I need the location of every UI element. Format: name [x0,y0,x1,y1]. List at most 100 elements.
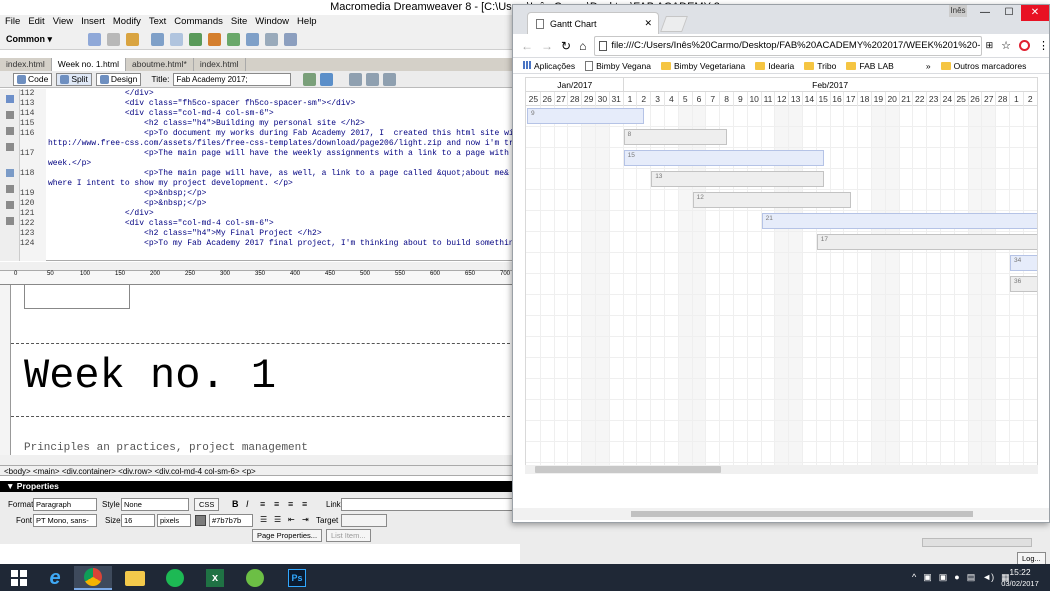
tray-app-icon[interactable]: ▣ [923,572,932,583]
template-icon[interactable] [265,32,279,46]
gantt-task-bar[interactable]: 15 [623,150,824,166]
refresh-icon[interactable] [349,72,363,86]
gantt-task-bar[interactable]: 34 [1010,255,1037,271]
color-input[interactable]: #7b7b7b [209,514,253,527]
color-swatch[interactable] [195,515,206,526]
forward-icon[interactable]: → [541,39,553,53]
select-parent-tag-icon[interactable] [6,143,14,151]
apply-comment-icon[interactable] [6,169,14,177]
taskbar-dreamweaver[interactable] [236,566,274,590]
bookmark-fab-lab[interactable]: FAB LAB [846,61,894,71]
bold-icon[interactable]: B [232,499,239,509]
comment-icon[interactable] [246,32,260,46]
menu-commands[interactable]: Commands [174,15,223,29]
bookmark-tribo[interactable]: Tribo [804,61,836,71]
code-view[interactable]: 112 113 114 115 116 117 118 119 120 121 … [0,89,520,261]
chrome-tab-gantt[interactable]: Gantt Chart ✕ [527,12,659,34]
expand-all-icon[interactable] [6,127,14,135]
menu-file[interactable]: File [5,15,20,29]
design-view-button[interactable]: Design [95,72,142,86]
menu-edit[interactable]: Edit [28,15,44,29]
list-item-button[interactable]: List Item... [326,529,371,542]
taskbar-photoshop[interactable]: Ps [278,566,316,590]
link-input[interactable] [341,498,520,511]
menu-modify[interactable]: Modify [113,15,141,29]
design-heading[interactable]: Week no. 1 [24,355,276,397]
minimize-icon[interactable]: — [973,5,997,21]
tag-chooser-icon[interactable] [284,32,298,46]
gantt-task-bar[interactable]: 17 [816,234,1037,250]
bookmark-other[interactable]: Outros marcadores [940,61,1026,71]
align-left-icon[interactable]: ≡ [260,499,265,509]
font-select[interactable]: PT Mono, sans- [33,514,97,527]
table-icon[interactable] [151,32,165,46]
tray-app-icon[interactable]: ▣ [939,572,948,583]
menu-site[interactable]: Site [231,15,247,29]
design-horizontal-scrollbar[interactable] [0,455,520,465]
back-icon[interactable]: ← [521,39,533,53]
open-documents-icon[interactable] [6,95,14,103]
translate-icon[interactable]: ⊞ [986,40,994,51]
menu-view[interactable]: View [53,15,73,29]
hyperlink-icon[interactable] [88,32,102,46]
gantt-task-bar[interactable]: 12 [692,192,852,208]
design-image-placeholder[interactable] [24,285,130,309]
code-editor-text[interactable]: </div> <div class="fh5co-spacer fh5co-sp… [48,89,520,261]
page-scroll-thumb[interactable] [631,511,973,517]
taskbar-clock[interactable]: 15:22 03/02/2017 [995,567,1045,589]
gantt-task-bar[interactable]: 8 [623,129,728,145]
doc-tab-aboutme[interactable]: aboutme.html* [126,58,194,71]
menu-insert[interactable]: Insert [81,15,105,29]
taskbar-chrome[interactable] [74,566,112,590]
user-badge[interactable]: Inês [949,5,967,17]
design-view[interactable]: Week no. 1 Principles an practices, proj… [0,285,520,455]
unit-select[interactable]: pixels [157,514,191,527]
code-view-button[interactable]: Code [13,72,53,86]
gantt-task-bar[interactable]: 36 [1010,276,1037,292]
menu-icon[interactable]: ⋮ [1038,39,1049,52]
doc-tab-week1[interactable]: Week no. 1.html [51,58,127,71]
close-tab-icon[interactable]: ✕ [644,18,652,29]
indent-icon[interactable]: ⇥ [302,515,309,524]
doc-tab-index-2[interactable]: index.html [194,58,246,71]
network-icon[interactable]: ▤ [967,572,976,583]
named-anchor-icon[interactable] [126,32,140,46]
size-select[interactable]: 16 [121,514,155,527]
tray-app-icon[interactable]: ● [954,572,959,583]
italic-icon[interactable]: I [246,499,249,509]
taskbar-spotify[interactable] [156,566,194,590]
format-select[interactable]: Paragraph [33,498,97,511]
bookmark-idearia[interactable]: Idearia [755,61,794,71]
view-options-icon[interactable] [366,72,380,86]
style-select[interactable]: None [121,498,189,511]
maximize-icon[interactable]: ☐ [997,5,1021,21]
volume-icon[interactable]: ◄) [982,572,994,583]
more-bookmarks-icon[interactable]: » [926,61,931,71]
gantt-task-bar[interactable]: 21 [761,213,1037,229]
wrap-tag-icon[interactable] [6,185,14,193]
media-icon[interactable] [208,32,222,46]
menu-text[interactable]: Text [149,15,166,29]
bookmark-star-icon[interactable]: ☆ [1001,39,1011,52]
image-icon[interactable] [189,32,203,46]
collapse-tag-icon[interactable] [6,111,14,119]
home-icon[interactable]: ⌂ [579,39,586,53]
title-input[interactable]: Fab Academy 2017; [173,72,292,86]
reload-icon[interactable]: ↻ [561,39,571,53]
taskbar-internet-explorer[interactable]: e [36,566,74,590]
align-right-icon[interactable]: ≡ [288,499,293,509]
file-management-icon[interactable] [303,72,317,86]
properties-header[interactable]: ▼ Properties [0,481,520,492]
gantt-scroll-thumb[interactable] [535,466,721,473]
split-view-button[interactable]: Split [56,72,92,86]
target-select[interactable] [341,514,387,527]
page-horizontal-scrollbar[interactable] [513,508,1049,520]
unordered-list-icon[interactable]: ☰ [260,515,267,524]
show-hidden-icons[interactable]: ^ [912,572,916,583]
menu-window[interactable]: Window [255,15,289,29]
outdent-icon[interactable] [6,217,14,225]
email-link-icon[interactable] [107,32,121,46]
justify-icon[interactable]: ≡ [302,499,307,509]
date-icon[interactable] [227,32,241,46]
close-window-icon[interactable]: ✕ [1021,5,1049,21]
